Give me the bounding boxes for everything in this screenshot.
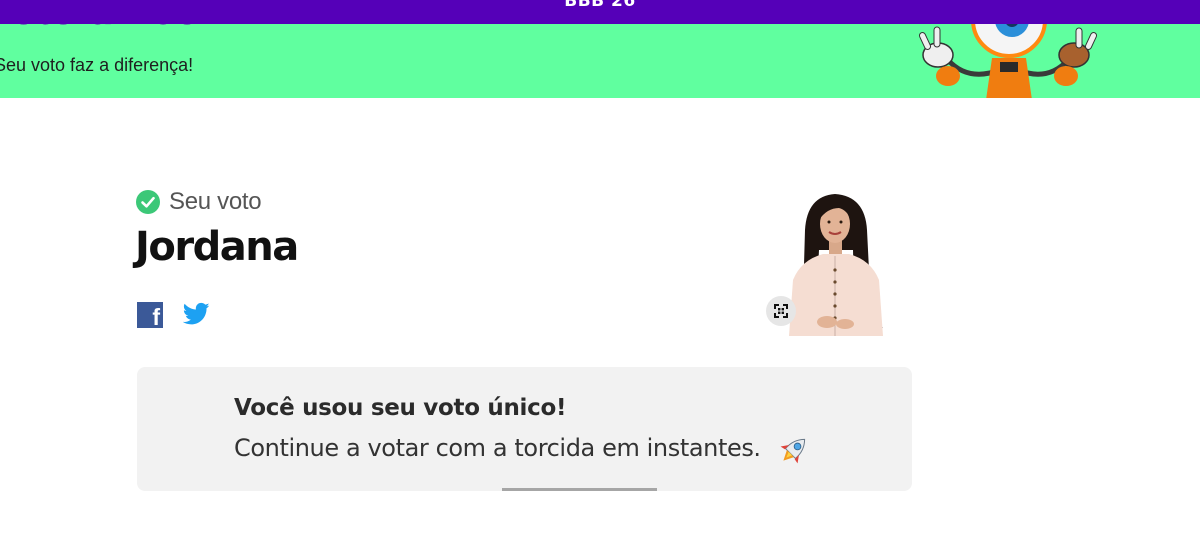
check-circle-icon <box>136 190 160 214</box>
rocket-icon <box>780 438 806 464</box>
banner-subtitle: Seu voto faz a diferença! <box>0 55 194 75</box>
mascot-illustration <box>918 24 1098 98</box>
candidate-name: Jordana <box>135 224 299 270</box>
facebook-share-button[interactable]: f <box>137 302 163 330</box>
facebook-icon: f <box>152 304 160 330</box>
expand-icon <box>774 304 788 318</box>
show-title: BBB 26 <box>564 0 636 11</box>
notice-title: Você usou seu voto único! <box>234 395 567 421</box>
vote-used-notice: Você usou seu voto único! Continue a vot… <box>137 367 912 491</box>
twitter-share-button[interactable] <box>183 302 210 326</box>
expand-photo-button[interactable] <box>766 296 796 326</box>
top-bar: BBB 26 <box>0 0 1200 24</box>
twitter-icon <box>183 302 210 325</box>
vote-label: Seu voto <box>169 188 262 215</box>
banner-heading: Voto único <box>0 24 200 34</box>
candidate-photo <box>783 190 903 336</box>
vote-label-row: Seu voto <box>136 187 262 217</box>
notice-text: Continue a votar com a torcida em instan… <box>234 434 761 462</box>
vote-banner: Voto único Seu voto faz a diferença! <box>0 24 1200 98</box>
progress-indicator <box>502 488 657 491</box>
